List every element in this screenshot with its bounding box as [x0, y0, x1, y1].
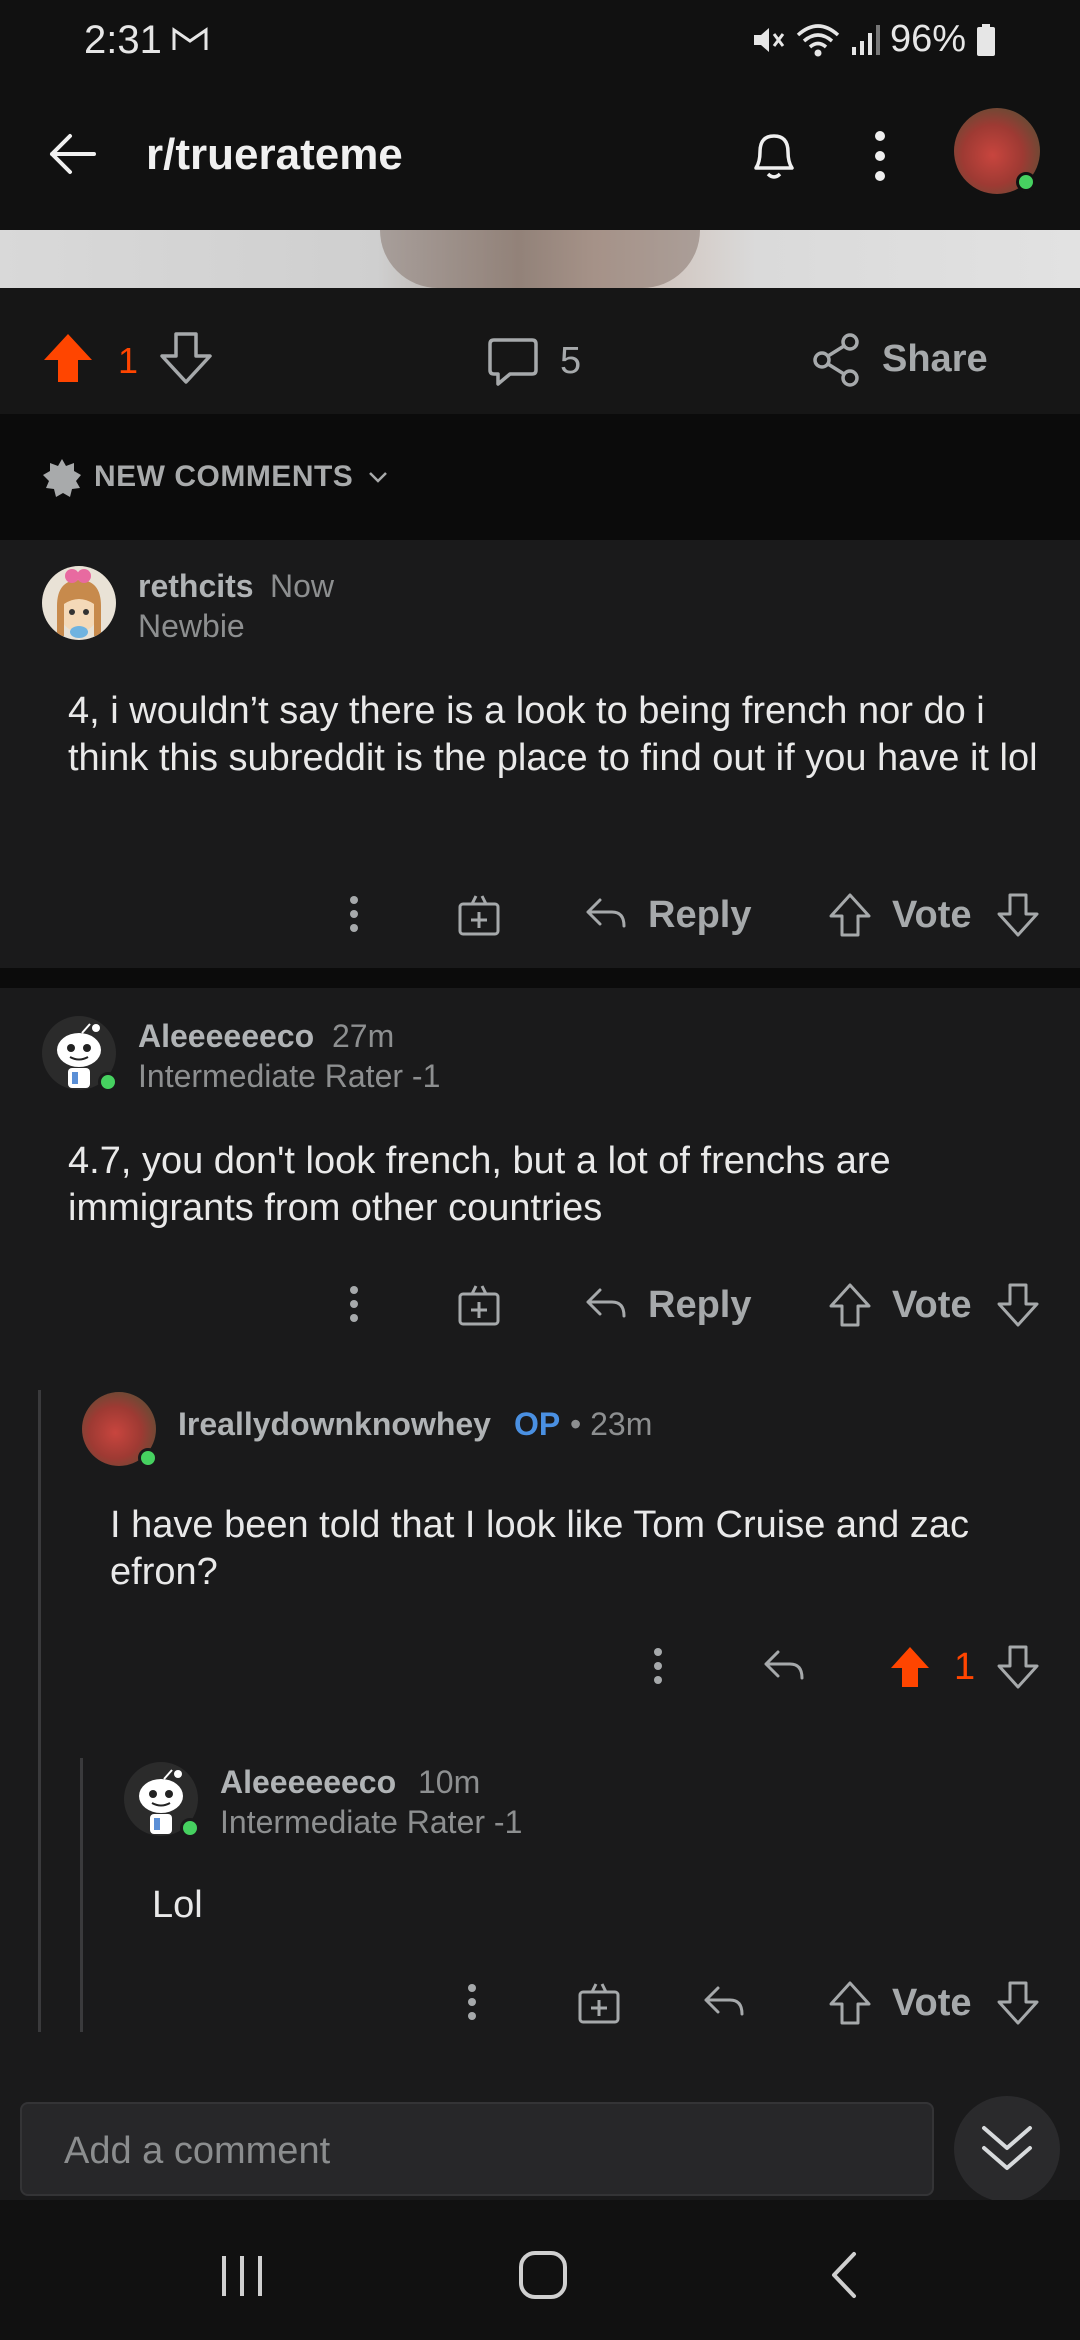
add-comment-placeholder: Add a comment — [64, 2130, 331, 2172]
online-indicator — [98, 1072, 118, 1092]
status-right: 96% — [750, 18, 996, 61]
comment-icon[interactable] — [486, 336, 540, 388]
more-options-icon[interactable] — [342, 1284, 366, 1324]
upvote-icon[interactable] — [828, 1282, 872, 1328]
post-action-bar: 1 5 Share — [0, 288, 1080, 414]
chevron-down-icon[interactable] — [368, 470, 388, 484]
upvote-icon[interactable] — [828, 892, 872, 938]
bell-icon[interactable] — [746, 126, 802, 186]
system-nav-bar — [0, 2200, 1080, 2340]
comment-card: rethcits Now Newbie 4, i wouldn’t say th… — [0, 540, 1080, 968]
online-indicator — [138, 1448, 158, 1468]
new-badge-icon — [43, 459, 81, 497]
wifi-icon — [796, 23, 840, 56]
sort-label[interactable]: NEW COMMENTS — [94, 460, 353, 494]
divider — [0, 968, 1080, 988]
reply-icon[interactable] — [762, 1648, 806, 1684]
avatar[interactable] — [42, 566, 116, 640]
status-bar: 2:31 96% — [0, 0, 1080, 86]
post-vote-count: 1 — [118, 340, 139, 381]
subreddit-title[interactable]: r/truerateme — [146, 130, 403, 180]
post-image[interactable] — [0, 230, 1080, 288]
post-image-shade — [380, 230, 700, 288]
reply-icon[interactable] — [702, 1984, 746, 2020]
upvote-filled-icon[interactable] — [888, 1644, 932, 1690]
overflow-menu-icon[interactable] — [868, 128, 892, 184]
signal-icon — [851, 24, 880, 55]
more-options-icon[interactable] — [460, 1982, 484, 2022]
thread-line[interactable] — [80, 1758, 83, 2032]
online-indicator — [1016, 172, 1036, 192]
back-arrow-icon[interactable] — [44, 126, 100, 182]
vote-label: Vote — [892, 1982, 972, 2024]
reply-icon[interactable] — [584, 896, 628, 932]
app-header: r/truerateme — [0, 86, 1080, 230]
vote-label: Vote — [892, 894, 972, 936]
add-comment-input[interactable]: Add a comment — [20, 2102, 934, 2196]
more-options-icon[interactable] — [646, 1646, 670, 1686]
upvote-filled-icon[interactable] — [42, 332, 94, 384]
upvote-icon[interactable] — [828, 1980, 872, 2026]
comment-body: Lol — [152, 1884, 203, 1926]
online-indicator — [180, 1818, 200, 1838]
system-back-icon[interactable] — [826, 2250, 862, 2300]
user-flair: Newbie — [138, 608, 245, 644]
share-icon[interactable] — [810, 332, 862, 388]
vote-label: Vote — [892, 1284, 972, 1326]
downvote-icon[interactable] — [996, 1980, 1040, 2026]
downvote-icon[interactable] — [996, 1644, 1040, 1690]
comment-vote-count: 1 — [954, 1646, 976, 1688]
reply-button[interactable]: Reply — [648, 1284, 751, 1327]
comment-username[interactable]: rethcits — [138, 568, 254, 605]
comment-time: Now — [270, 568, 335, 604]
double-chevron-down-icon — [982, 2126, 1032, 2170]
downvote-icon[interactable] — [996, 892, 1040, 938]
comment-time: 10m — [418, 1764, 481, 1800]
status-time: 2:31 — [84, 18, 162, 62]
comment-count[interactable]: 5 — [560, 340, 581, 383]
gmail-icon — [172, 27, 208, 50]
comment-time: • 23m — [570, 1406, 653, 1442]
comment-username[interactable]: Aleeeeeeco — [138, 1018, 314, 1055]
comment-body: 4, i wouldn’t say there is a look to bei… — [68, 690, 1038, 779]
more-options-icon[interactable] — [342, 894, 366, 934]
downvote-icon[interactable] — [996, 1282, 1040, 1328]
award-icon[interactable] — [456, 892, 502, 936]
op-badge: OP — [514, 1406, 561, 1442]
home-icon[interactable] — [518, 2250, 568, 2300]
share-button[interactable]: Share — [882, 338, 988, 381]
comment-body: I have been told that I look like Tom Cr… — [110, 1504, 970, 1593]
comment-username[interactable]: Ireallydownknowhey — [178, 1406, 491, 1443]
thread-line[interactable] — [38, 1390, 41, 2032]
battery-percent: 96% — [889, 18, 966, 60]
comment-card: Aleeeeeeco 27m Intermediate Rater -1 4.7… — [0, 988, 1080, 2080]
downvote-icon[interactable] — [160, 332, 212, 384]
scroll-next-button[interactable] — [954, 2096, 1060, 2202]
comment-body: 4.7, you don't look french, but a lot of… — [68, 1140, 891, 1229]
comment-username[interactable]: Aleeeeeeco — [220, 1764, 396, 1801]
award-icon[interactable] — [576, 1980, 622, 2024]
mute-icon — [753, 27, 785, 52]
recent-apps-icon[interactable] — [218, 2254, 266, 2298]
comment-time: 27m — [332, 1018, 395, 1054]
sort-bar[interactable]: NEW COMMENTS — [0, 414, 1080, 540]
user-flair: Intermediate Rater -1 — [138, 1058, 441, 1094]
reply-button[interactable]: Reply — [648, 894, 751, 937]
reply-icon[interactable] — [584, 1286, 628, 1322]
award-icon[interactable] — [456, 1282, 502, 1326]
battery-icon — [977, 23, 995, 56]
user-flair: Intermediate Rater -1 — [220, 1804, 523, 1840]
snoo-avatar-icon — [57, 569, 101, 638]
